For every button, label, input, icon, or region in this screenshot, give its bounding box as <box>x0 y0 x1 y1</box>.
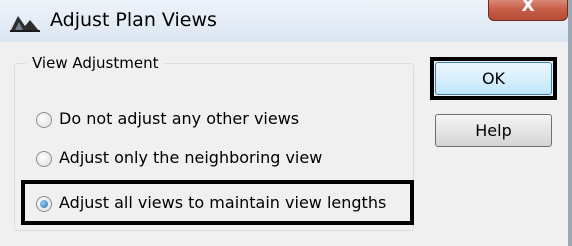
radio-button-icon[interactable] <box>36 151 52 167</box>
radio-label: Do not adjust any other views <box>59 109 300 128</box>
ok-button[interactable]: OK <box>435 62 552 95</box>
help-button[interactable]: Help <box>435 114 552 147</box>
close-button[interactable]: X <box>488 0 568 21</box>
selected-option-highlight <box>21 180 414 225</box>
close-icon: X <box>521 0 535 16</box>
title-bar: Adjust Plan Views X <box>0 0 572 42</box>
radio-label: Adjust only the neighboring view <box>59 148 323 167</box>
window-border <box>568 0 572 246</box>
radio-button-icon[interactable] <box>36 112 52 128</box>
application-icon <box>10 16 40 32</box>
group-legend: View Adjustment <box>26 54 165 72</box>
window-title: Adjust Plan Views <box>50 9 217 31</box>
